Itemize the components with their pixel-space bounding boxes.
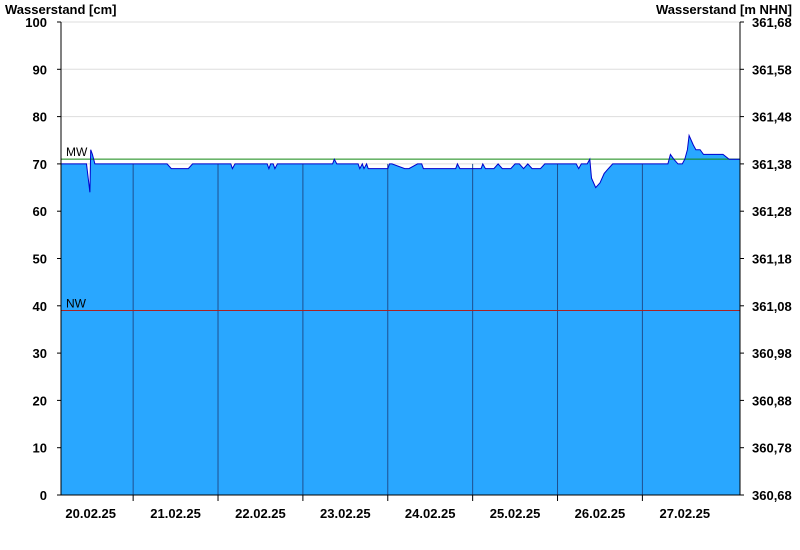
y-axis-left-title: Wasserstand [cm] xyxy=(5,2,117,17)
x-tick-label: 20.02.25 xyxy=(65,506,116,521)
water-level-area xyxy=(61,135,740,495)
y-tick-label-right: 360,68 xyxy=(752,488,792,503)
y-tick-label-right: 361,28 xyxy=(752,204,792,219)
y-tick-label-left: 20 xyxy=(33,393,47,408)
x-tick-label: 21.02.25 xyxy=(150,506,201,521)
y-tick-label-right: 361,08 xyxy=(752,299,792,314)
y-tick-label-left: 30 xyxy=(33,346,47,361)
y-tick-label-right: 361,38 xyxy=(752,157,792,172)
y-tick-label-right: 361,48 xyxy=(752,110,792,125)
y-tick-label-right: 361,58 xyxy=(752,62,792,77)
y-tick-label-left: 100 xyxy=(25,15,47,30)
y-tick-label-right: 361,68 xyxy=(752,15,792,30)
y-tick-label-left: 90 xyxy=(33,62,47,77)
y-tick-label-right: 361,18 xyxy=(752,252,792,267)
y-tick-label-left: 40 xyxy=(33,299,47,314)
y-tick-label-left: 50 xyxy=(33,252,47,267)
x-tick-label: 24.02.25 xyxy=(405,506,456,521)
x-tick-label: 23.02.25 xyxy=(320,506,371,521)
y-tick-label-right: 360,78 xyxy=(752,441,792,456)
y-tick-label-left: 80 xyxy=(33,110,47,125)
x-tick-label: 25.02.25 xyxy=(490,506,541,521)
y-tick-label-left: 0 xyxy=(40,488,47,503)
y-tick-label-right: 360,88 xyxy=(752,393,792,408)
x-tick-label: 22.02.25 xyxy=(235,506,286,521)
x-tick-label: 26.02.25 xyxy=(575,506,626,521)
water-level-chart: Wasserstand [cm] Wasserstand [m NHN] MWN… xyxy=(0,0,800,550)
y-tick-label-left: 60 xyxy=(33,204,47,219)
ref-label-nw: NW xyxy=(66,297,87,311)
x-tick-label: 27.02.25 xyxy=(660,506,711,521)
y-tick-label-left: 10 xyxy=(33,441,47,456)
y-tick-label-right: 360,98 xyxy=(752,346,792,361)
ref-label-mw: MW xyxy=(66,145,88,159)
y-tick-label-left: 70 xyxy=(33,157,47,172)
